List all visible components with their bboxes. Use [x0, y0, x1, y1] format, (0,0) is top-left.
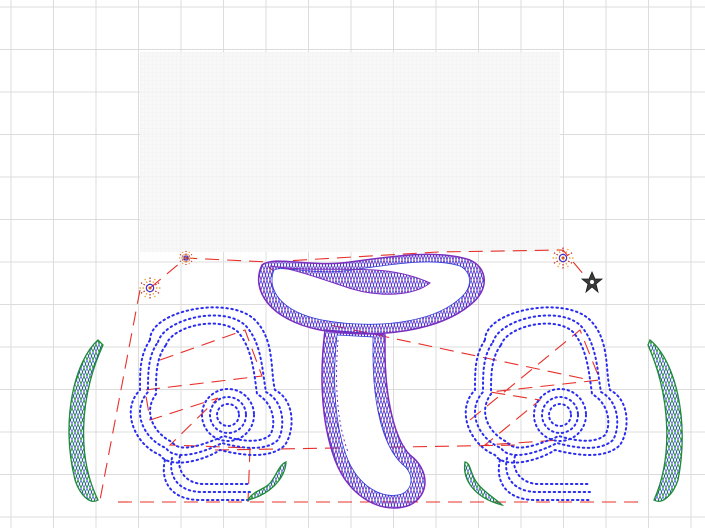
right-grass-tuft	[463, 461, 505, 507]
left-leaf	[68, 339, 104, 502]
embroidery-canvas[interactable]	[0, 0, 705, 528]
left-mushroom-outline	[129, 306, 293, 501]
mushroom-cap	[257, 253, 485, 335]
mushroom-stem	[321, 329, 426, 509]
hoop-area	[140, 52, 560, 252]
right-leaf	[647, 338, 683, 502]
sparkle-left-large	[138, 276, 162, 300]
needle-position-icon[interactable]	[580, 270, 604, 294]
left-grass-tuft	[246, 461, 287, 501]
